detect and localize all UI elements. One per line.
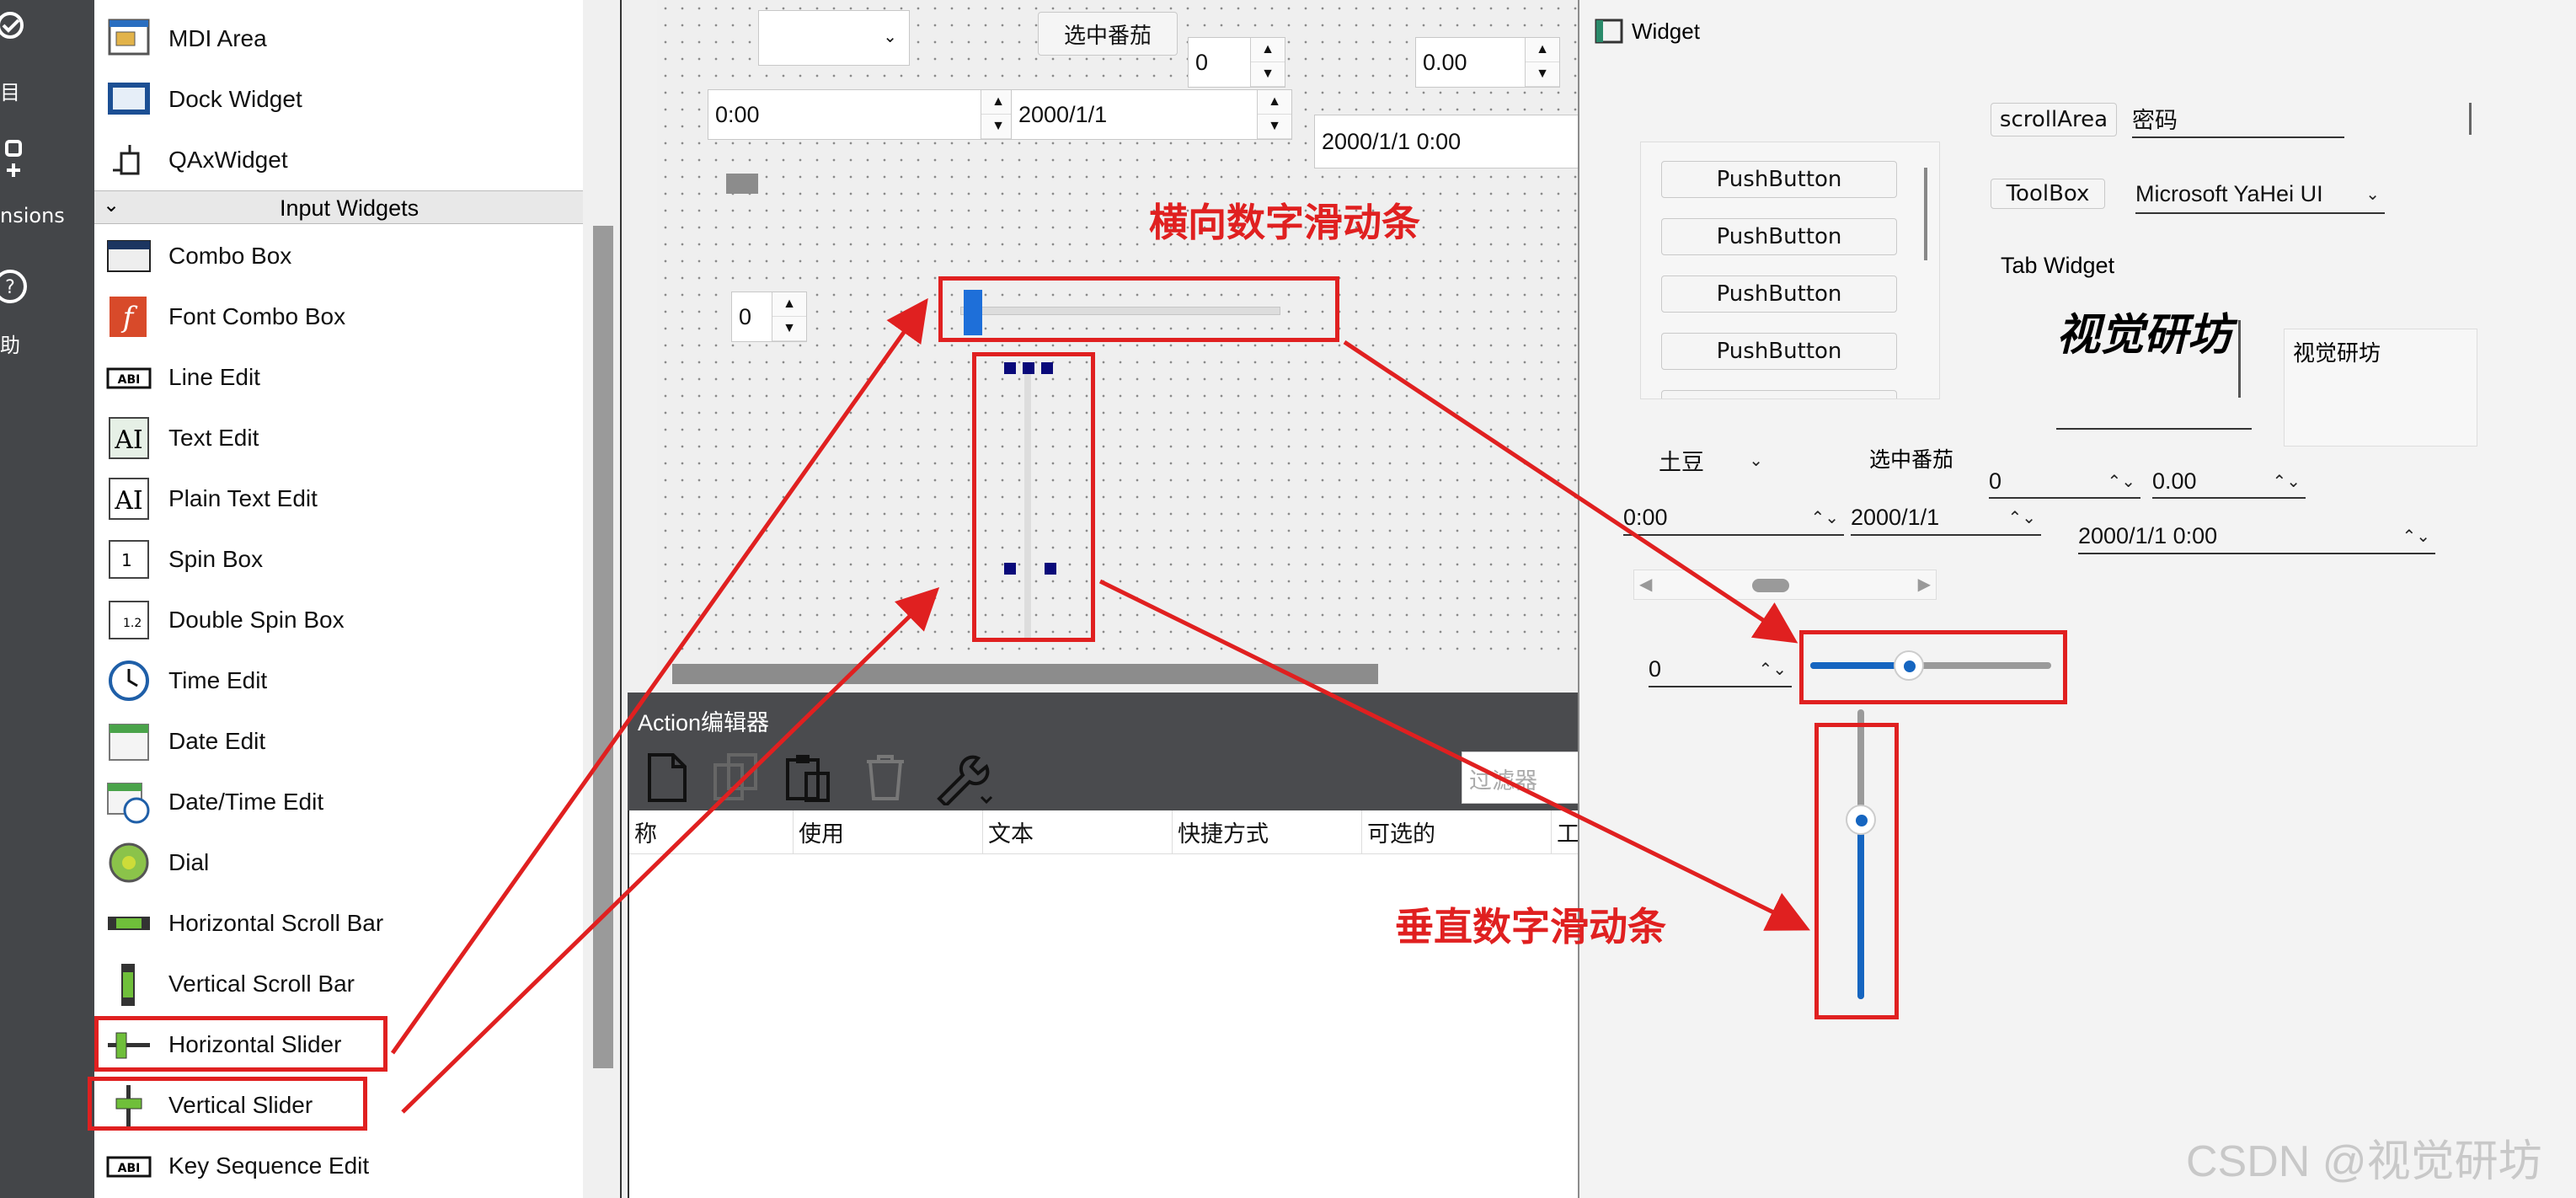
arrow-form-to-preview-vertical: [1098, 579, 1810, 931]
arrow-form-to-preview-horizontal: [1343, 340, 1798, 644]
arrow-vertical-item-to-form: [401, 587, 940, 1114]
annotation-arrows: [390, 297, 1810, 1114]
